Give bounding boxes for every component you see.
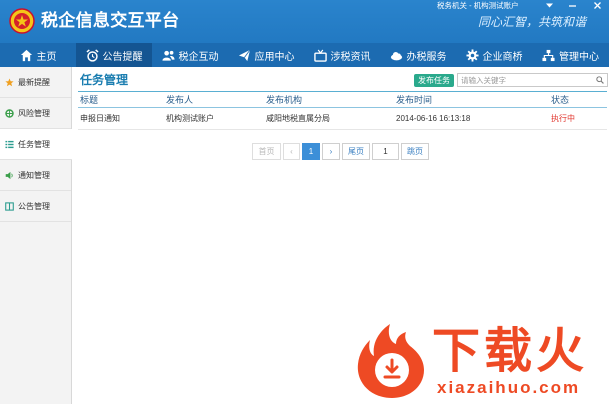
tab-label: 应用中心 — [254, 51, 295, 63]
column-header-organization[interactable]: 发布机构 — [264, 93, 394, 106]
tab-home[interactable]: 主页 — [0, 43, 76, 67]
close-icon[interactable] — [593, 1, 602, 10]
watermark-brand: 下载火 — [432, 325, 589, 378]
column-header-status[interactable]: 状态 — [549, 93, 607, 106]
first-page-button[interactable]: 首页 — [252, 143, 281, 160]
page-1-button[interactable]: 1 — [302, 143, 320, 160]
search-box — [457, 73, 608, 87]
status-badge: 执行中 — [551, 114, 575, 123]
page-number-input[interactable] — [372, 143, 399, 160]
users-icon — [161, 50, 175, 61]
tab-label: 主页 — [36, 51, 57, 63]
search-input[interactable] — [458, 74, 594, 86]
main-nav: 主页 公告提醒 税企互动 应用中心 涉税资讯 办税服务 企业商桥 管理中心 — [0, 43, 609, 67]
sidebar: 最新提醒 风险管理 任务管理 通知管理 公告管理 — [0, 67, 72, 404]
jump-page-button[interactable]: 跳页 — [401, 143, 429, 160]
sitemap-icon — [542, 49, 555, 61]
tab-business-bridge[interactable]: 企业商桥 — [456, 43, 532, 67]
column-header-publish-time[interactable]: 发布时间 — [394, 93, 549, 106]
last-page-button[interactable]: 尾页 — [342, 143, 370, 160]
sidebar-item-task-management[interactable]: 任务管理 — [0, 129, 72, 160]
app-window: 税企信息交互平台 税务机关 - 机构测试账户 同心汇智，共筑和谐 主页 公告提醒… — [0, 0, 609, 404]
tab-label: 企业商桥 — [482, 51, 523, 63]
sidebar-item-announcement-management[interactable]: 公告管理 — [0, 191, 71, 222]
speaker-icon — [5, 171, 13, 179]
tv-icon — [313, 49, 327, 62]
sidebar-item-label: 通知管理 — [18, 170, 50, 180]
sidebar-item-risk-management[interactable]: 风险管理 — [0, 98, 71, 129]
tab-app-center[interactable]: 应用中心 — [228, 43, 304, 67]
pagination: 首页 ‹ 1 › 尾页 跳页 — [72, 143, 609, 160]
tab-announcements[interactable]: 公告提醒 — [76, 43, 152, 67]
alarm-clock-icon — [85, 48, 99, 62]
tab-management-center[interactable]: 管理中心 — [532, 43, 609, 67]
search-icon[interactable] — [596, 76, 604, 84]
cell-publisher: 机构测试账户 — [166, 114, 214, 123]
table-row[interactable]: 申报日通知 机构测试账户 咸阳地税直属分局 2014-06-16 16:13:1… — [78, 108, 607, 130]
sidebar-item-label: 风险管理 — [18, 108, 50, 118]
watermark-flame-logo — [357, 324, 424, 398]
cell-publish-time: 2014-06-16 16:13:18 — [396, 114, 471, 123]
slogan: 同心汇智，共筑和谐 — [478, 15, 587, 29]
tab-tax-service[interactable]: 办税服务 — [380, 43, 456, 67]
tab-label: 公告提醒 — [102, 51, 143, 63]
tab-tax-news[interactable]: 涉税资讯 — [304, 43, 380, 67]
tab-label: 办税服务 — [406, 51, 447, 63]
paper-plane-icon — [238, 49, 250, 61]
next-page-button[interactable]: › — [322, 143, 340, 160]
page-title: 任务管理 — [80, 73, 129, 87]
tax-emblem-logo — [9, 8, 35, 34]
minimize-icon[interactable] — [568, 1, 577, 10]
tab-label: 管理中心 — [559, 51, 599, 63]
star-icon — [5, 77, 14, 86]
publish-task-button[interactable]: 发布任务 — [414, 74, 454, 87]
tab-label: 税企互动 — [178, 51, 219, 63]
sidebar-item-latest-reminders[interactable]: 最新提醒 — [0, 67, 71, 98]
menu-caret-icon[interactable] — [545, 1, 554, 10]
gear-icon — [465, 48, 479, 62]
lifebuoy-icon — [5, 108, 14, 118]
sidebar-item-notice-management[interactable]: 通知管理 — [0, 160, 71, 191]
tab-label: 涉税资讯 — [330, 51, 371, 63]
watermark-domain: xiazaihuo.com — [437, 378, 581, 397]
sidebar-item-label: 任务管理 — [18, 139, 50, 149]
sidebar-item-label: 公告管理 — [18, 201, 50, 211]
list-icon — [5, 140, 14, 148]
cloud-icon — [390, 51, 402, 60]
cell-title[interactable]: 申报日通知 — [78, 113, 164, 124]
home-icon — [20, 49, 32, 61]
cell-organization: 咸阳地税直属分局 — [266, 114, 330, 123]
tab-interaction[interactable]: 税企互动 — [152, 43, 228, 67]
task-table: 标题 发布人 发布机构 发布时间 状态 申报日通知 机构测试账户 咸阳地税直属分… — [78, 92, 607, 130]
app-title: 税企信息交互平台 — [41, 11, 180, 30]
table-header-row: 标题 发布人 发布机构 发布时间 状态 — [78, 92, 607, 108]
panel-icon — [5, 201, 14, 211]
column-header-title[interactable]: 标题 — [78, 93, 164, 106]
prev-page-button[interactable]: ‹ — [283, 143, 300, 160]
title-bar: 税企信息交互平台 税务机关 - 机构测试账户 同心汇智，共筑和谐 — [0, 0, 609, 43]
sidebar-item-label: 最新提醒 — [18, 77, 50, 87]
account-label: 税务机关 - 机构测试账户 — [437, 1, 519, 10]
column-header-publisher[interactable]: 发布人 — [164, 93, 264, 106]
